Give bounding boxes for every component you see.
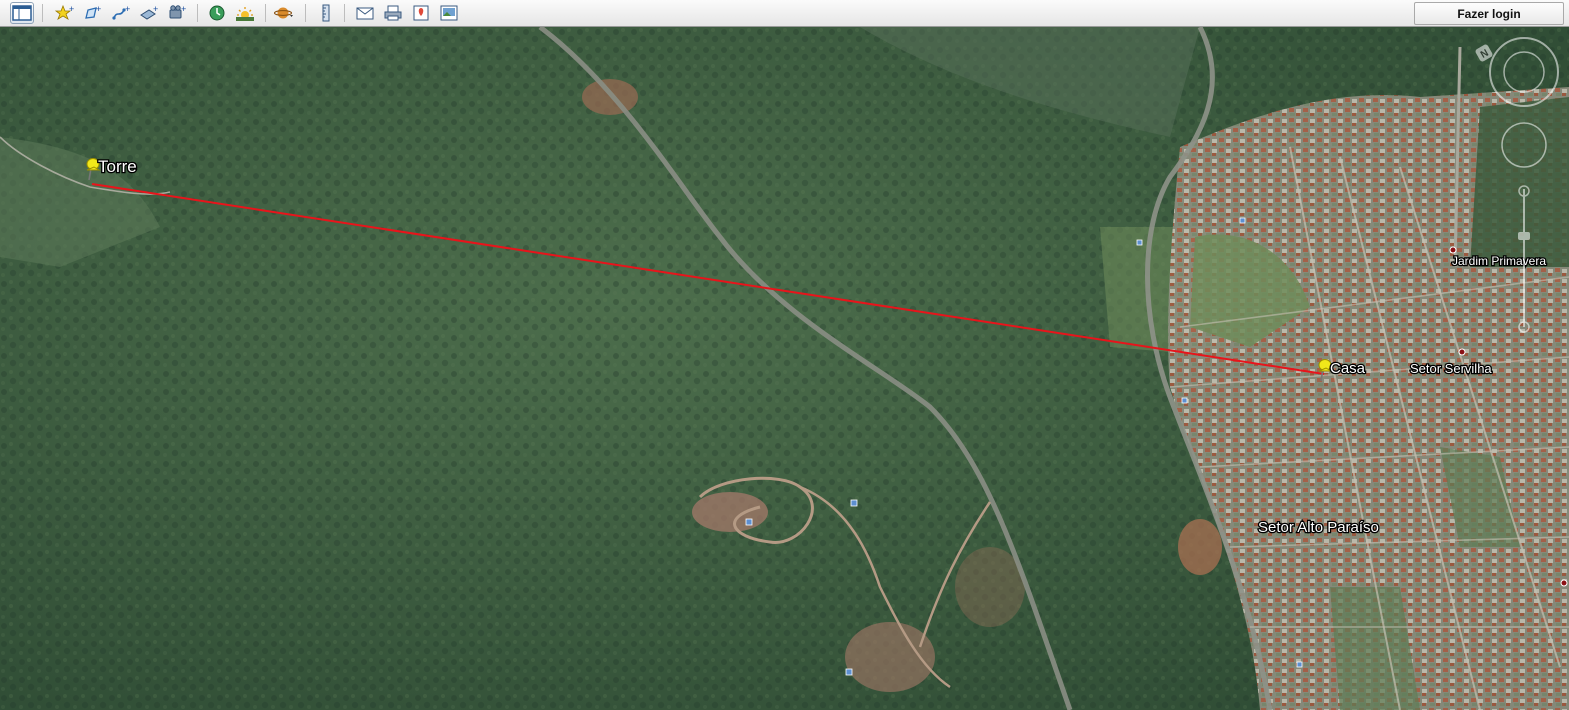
place-dot [1560, 579, 1568, 587]
svg-text:+: + [181, 4, 186, 14]
add-placemark-icon[interactable]: + [53, 2, 77, 24]
toolbar-separator [344, 4, 345, 22]
zoom-slider-thumb[interactable] [1518, 232, 1530, 240]
bare-soil [692, 492, 768, 532]
historical-imagery-icon[interactable] [205, 2, 229, 24]
svg-text:+: + [69, 4, 74, 14]
bare-soil [582, 79, 638, 115]
photo-marker[interactable] [1136, 239, 1143, 246]
login-button[interactable]: Fazer login [1414, 2, 1564, 25]
svg-text:+: + [153, 4, 158, 14]
place-label-setor-alto-paraiso: Setor Alto Paraíso [1258, 519, 1379, 536]
photo-marker[interactable] [745, 518, 753, 526]
add-polygon-icon[interactable]: + [81, 2, 105, 24]
place-dot [1449, 246, 1457, 254]
record-tour-icon[interactable]: + [165, 2, 189, 24]
bare-soil [845, 622, 935, 692]
bare-soil [1178, 519, 1222, 575]
save-image-icon[interactable] [437, 2, 461, 24]
ruler-icon[interactable] [314, 2, 338, 24]
toolbar-separator [265, 4, 266, 22]
toolbar-separator [197, 4, 198, 22]
toolbar-separator [305, 4, 306, 22]
svg-text:+: + [96, 4, 101, 14]
toolbar-separator [42, 4, 43, 22]
print-icon[interactable] [381, 2, 405, 24]
placemark-label: Casa [1330, 360, 1366, 377]
placemark-label: Torre [98, 157, 137, 176]
view-in-maps-icon[interactable] [409, 2, 433, 24]
add-image-overlay-icon[interactable]: + [137, 2, 161, 24]
photo-marker[interactable] [850, 499, 858, 507]
place-label-setor-servilha: Setor Servilha [1410, 361, 1492, 376]
toolbar: + + + + + Fazer login [0, 0, 1569, 27]
town-green-patch [1470, 97, 1569, 267]
place-dot [1458, 348, 1466, 356]
sidebar-toggle-icon[interactable] [10, 2, 34, 24]
photo-marker[interactable] [1296, 661, 1303, 668]
sunlight-icon[interactable] [233, 2, 257, 24]
svg-text:+: + [125, 4, 130, 14]
email-icon[interactable] [353, 2, 377, 24]
photo-marker[interactable] [845, 668, 853, 676]
photo-marker[interactable] [1239, 217, 1246, 224]
photo-marker[interactable] [1181, 397, 1188, 404]
switch-planet-icon[interactable] [273, 2, 297, 24]
place-label-jardim-primavera: Jardim Primavera [1452, 254, 1546, 268]
map-view[interactable]: Torre Casa Jardim Primavera Setor Servil… [0, 27, 1569, 710]
add-path-icon[interactable]: + [109, 2, 133, 24]
